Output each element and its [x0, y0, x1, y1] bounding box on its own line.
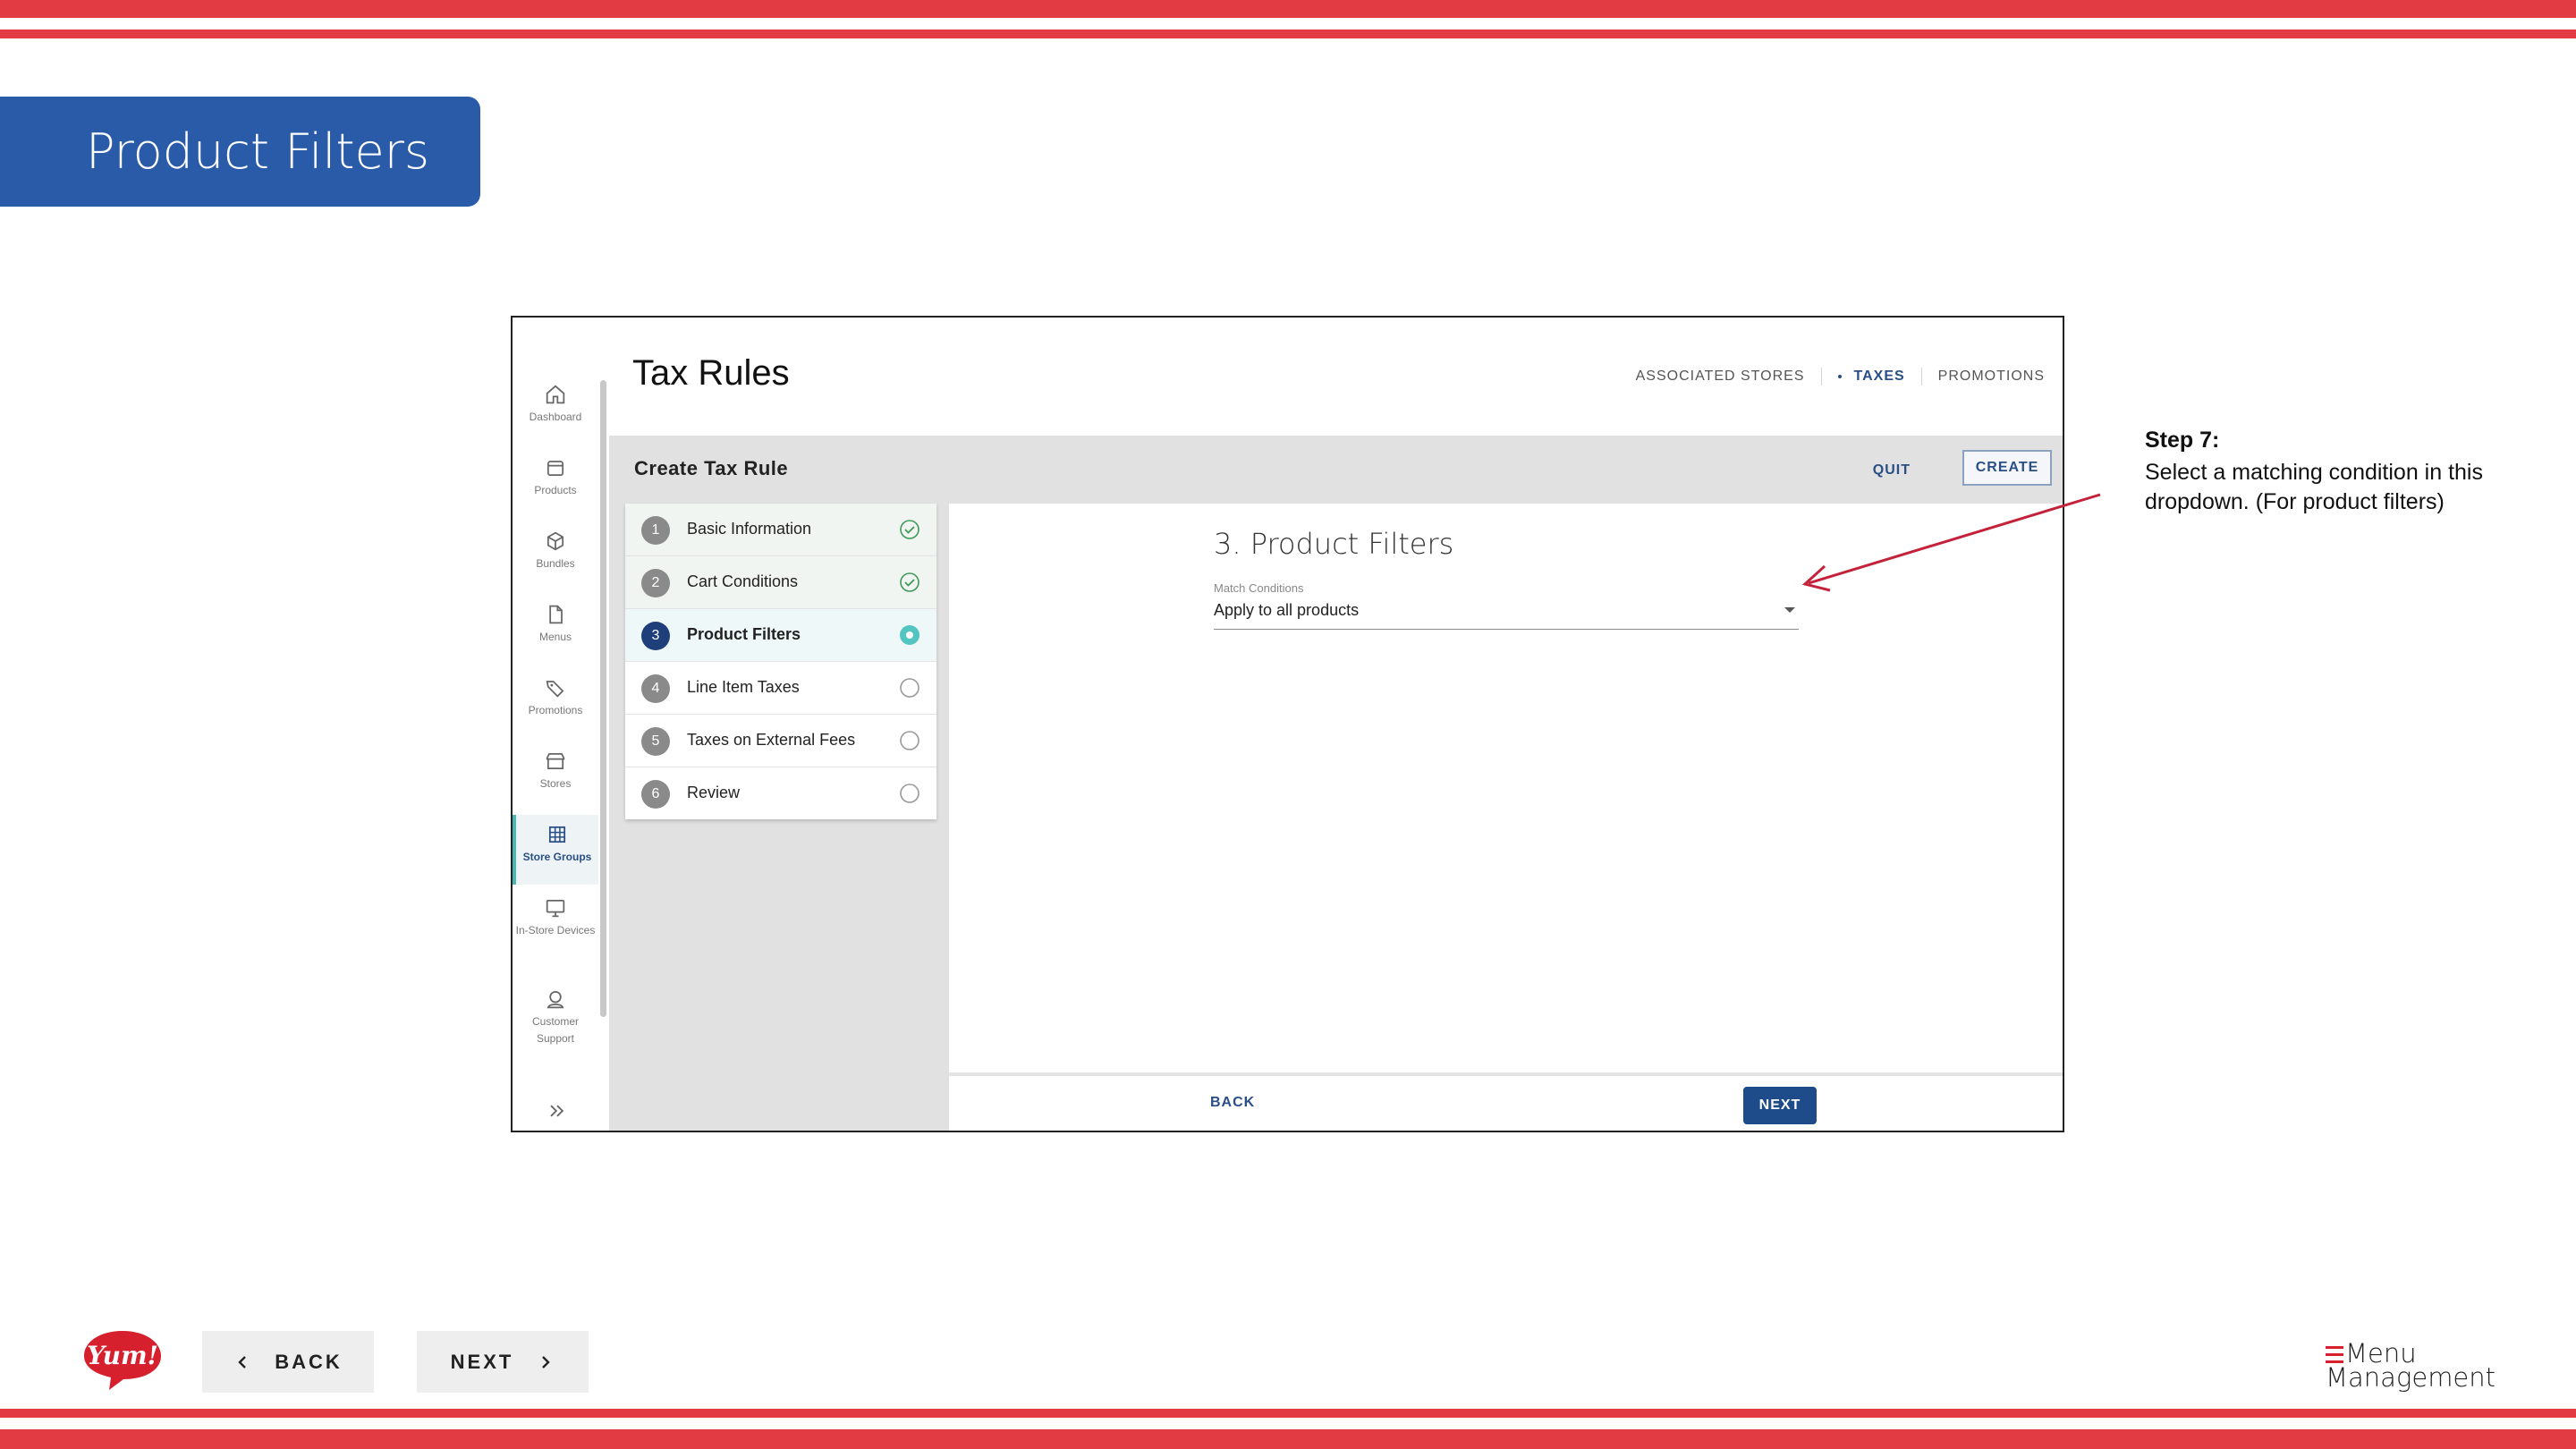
top-stripe-thin [0, 30, 2576, 38]
tab-divider [1920, 368, 1922, 386]
page-header: Tax Rules ASSOCIATED STORES TAXES PROMOT… [609, 318, 2063, 436]
sidebar-item-label: Promotions [528, 704, 583, 716]
empty-circle-icon [900, 678, 919, 698]
slide-back-label: BACK [275, 1350, 343, 1373]
logo-text: Yum! [87, 1341, 158, 1370]
sidebar-item-label: Customer Support [531, 1015, 579, 1045]
grid-icon [548, 826, 566, 843]
callout-text: Select a matching condition in this drop… [2145, 460, 2483, 514]
stepper-panel: 1 Basic Information 2 Cart Conditions 3 … [609, 504, 949, 1131]
step-label: Line Item Taxes [687, 678, 800, 696]
chevron-right-icon [542, 1355, 551, 1368]
home-icon [546, 385, 565, 404]
match-conditions-label: Match Conditions [1214, 581, 1304, 595]
sidebar-item-label: Bundles [536, 557, 575, 570]
stepper-list: 1 Basic Information 2 Cart Conditions 3 … [625, 504, 936, 819]
step-basic-information[interactable]: 1 Basic Information [625, 504, 936, 556]
tab-taxes[interactable]: TAXES [1837, 369, 1905, 385]
slide-next-button[interactable]: NEXT [417, 1331, 589, 1393]
sidebar-item-label: Menus [538, 631, 572, 643]
step-review[interactable]: 6 Review [625, 767, 936, 819]
create-button[interactable]: CREATE [1962, 450, 2052, 486]
match-conditions-dropdown[interactable]: Apply to all products [1214, 598, 1799, 630]
empty-circle-icon [900, 731, 919, 750]
storefront-icon [546, 752, 565, 770]
app-window: Dashboard Products Bundles Menus Promoti… [511, 316, 2064, 1132]
form-back-button[interactable]: BACK [1210, 1095, 1255, 1111]
step-number: 5 [641, 727, 670, 756]
form-next-button[interactable]: NEXT [1743, 1087, 1817, 1124]
bottom-stripe-thin [0, 1409, 2576, 1418]
tab-promotions[interactable]: PROMOTIONS [1938, 369, 2045, 385]
step-cart-conditions[interactable]: 2 Cart Conditions [625, 556, 936, 609]
step-number: 6 [641, 780, 670, 809]
current-step-radio-icon [900, 625, 919, 645]
chevron-left-icon [238, 1355, 247, 1368]
sidebar-item-menus[interactable]: Menus [513, 602, 598, 646]
sidebar-item-label: In-Store Devices [515, 924, 596, 936]
form-footer-divider [949, 1072, 2063, 1076]
step-number: 2 [641, 569, 670, 597]
sidebar-item-label: Products [534, 484, 577, 496]
expand-sidebar-icon[interactable] [545, 1098, 570, 1123]
active-tab-dot [1837, 374, 1842, 378]
caret-down-icon [1784, 607, 1795, 613]
step-number: 3 [641, 622, 670, 650]
monitor-icon [546, 899, 565, 918]
sidebar-item-in-store-devices[interactable]: In-Store Devices [513, 895, 598, 939]
form-section-title: 3. Product Filters [1214, 527, 1454, 561]
sidebar-item-label: Stores [539, 777, 572, 790]
slide-title: Product Filters [0, 97, 480, 207]
step-label: Basic Information [687, 520, 812, 538]
cube-icon [547, 531, 564, 551]
empty-circle-icon [900, 784, 919, 803]
sidebar-item-bundles[interactable]: Bundles [513, 529, 598, 572]
tab-divider [1820, 368, 1822, 386]
tag-icon [546, 681, 564, 698]
step-taxes-on-external-fees[interactable]: 5 Taxes on External Fees [625, 715, 936, 767]
check-circle-icon [900, 572, 919, 592]
step-line-item-taxes[interactable]: 4 Line Item Taxes [625, 662, 936, 715]
step-label: Cart Conditions [687, 572, 799, 590]
top-stripe-thick [0, 0, 2576, 18]
step-label: Product Filters [687, 625, 801, 643]
sidebar-item-promotions[interactable]: Promotions [513, 675, 598, 719]
page-title: Tax Rules [632, 353, 790, 393]
yum-logo: Yum! [84, 1331, 161, 1390]
create-tax-rule-bar: Create Tax Rule QUIT CREATE [609, 436, 2063, 504]
sidebar-item-label: Store Groups [522, 851, 592, 863]
step-product-filters[interactable]: 3 Product Filters [625, 609, 936, 662]
sidebar-item-customer-support[interactable]: Customer Support [513, 987, 598, 1047]
quit-button[interactable]: QUIT [1873, 462, 1911, 479]
sidebar-scrollbar[interactable] [600, 380, 606, 1017]
step-label: Taxes on External Fees [687, 731, 856, 749]
slide-back-button[interactable]: BACK [202, 1331, 374, 1393]
box-icon [547, 461, 564, 477]
support-icon [547, 990, 564, 1009]
tab-associated-stores[interactable]: ASSOCIATED STORES [1636, 369, 1805, 385]
step-number: 1 [641, 516, 670, 545]
sidebar: Dashboard Products Bundles Menus Promoti… [513, 318, 610, 1131]
tab-taxes-label: TAXES [1853, 369, 1905, 384]
sidebar-item-dashboard[interactable]: Dashboard [513, 382, 598, 426]
step-number: 4 [641, 674, 670, 703]
check-circle-icon [900, 520, 919, 539]
sidebar-item-products[interactable]: Products [513, 455, 598, 499]
bottom-stripe-thick [0, 1429, 2576, 1449]
sidebar-item-store-groups[interactable]: Store Groups [513, 815, 598, 885]
sidebar-item-stores[interactable]: Stores [513, 749, 598, 792]
document-icon [549, 605, 563, 624]
sidebar-item-label: Dashboard [529, 411, 582, 423]
section-heading: Create Tax Rule [634, 457, 789, 479]
match-conditions-value: Apply to all products [1214, 601, 1360, 619]
brand-line2: Management [2326, 1362, 2496, 1393]
callout-title: Step 7: [2145, 428, 2220, 453]
form-area: 3. Product Filters Match Conditions Appl… [949, 504, 2063, 1131]
header-tabs: ASSOCIATED STORES TAXES PROMOTIONS [1636, 368, 2045, 386]
step-label: Review [687, 784, 741, 801]
slide-next-label: NEXT [450, 1350, 514, 1373]
